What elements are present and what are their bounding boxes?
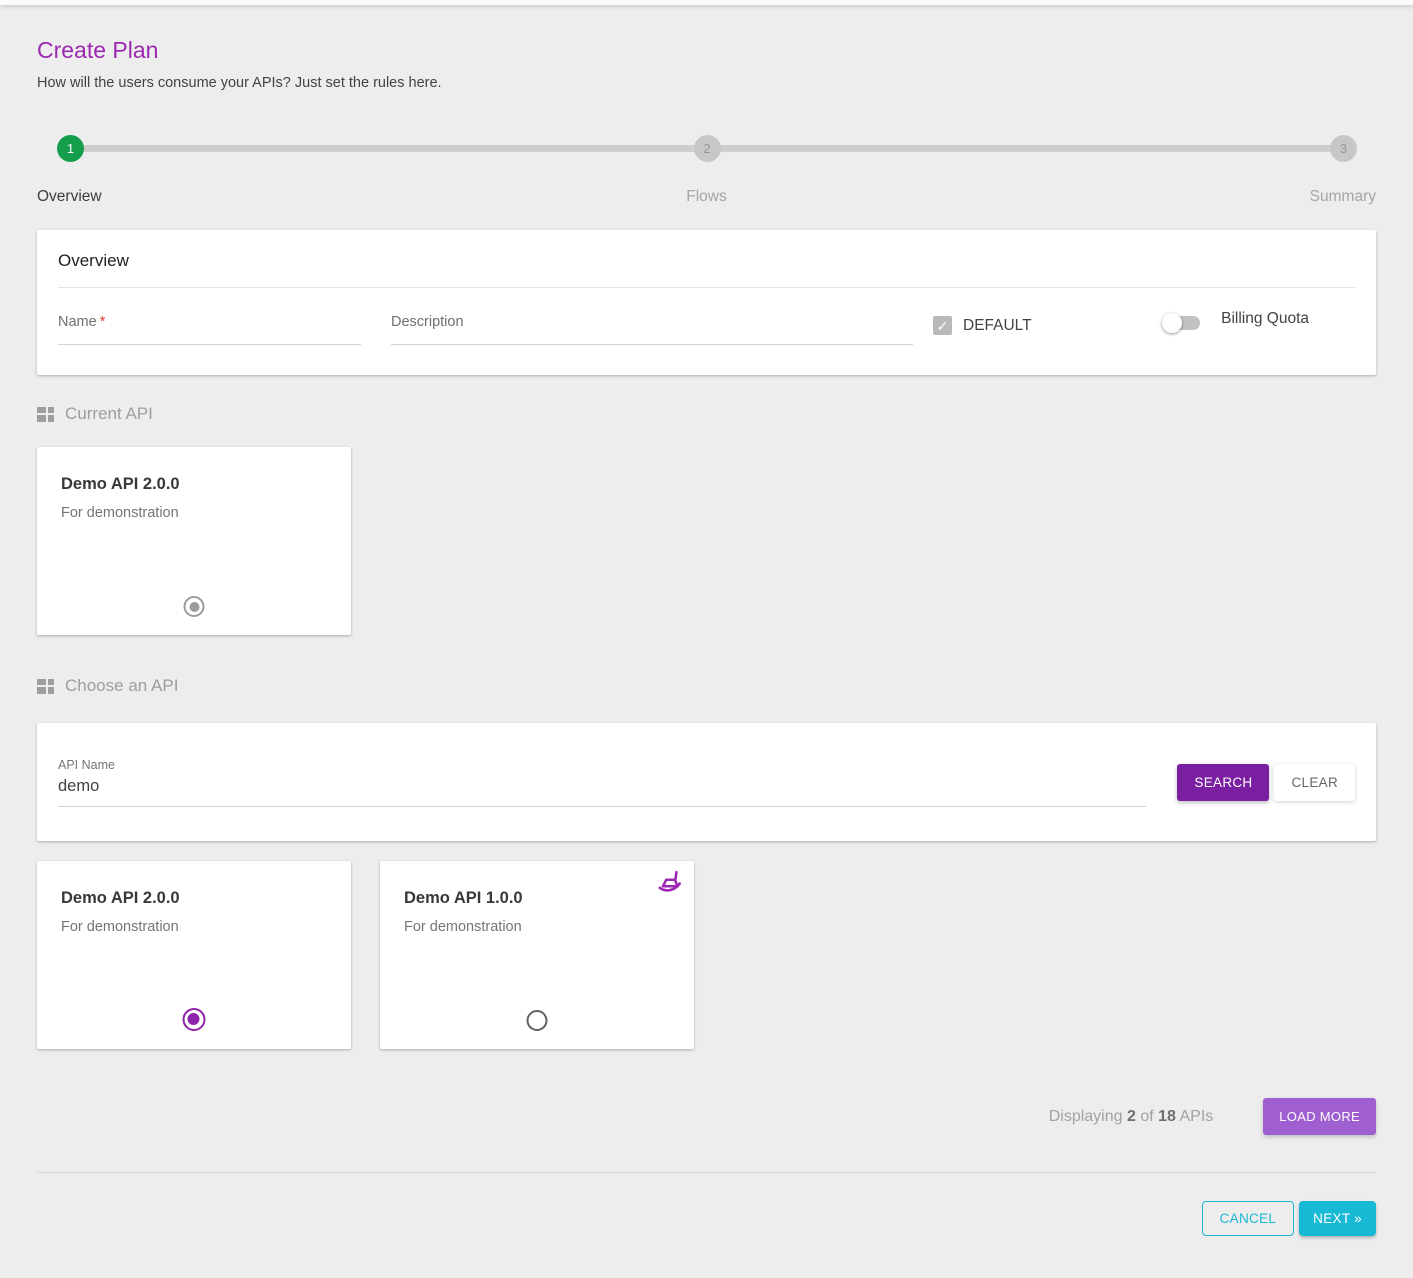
- step-label-summary: Summary: [1310, 188, 1376, 206]
- page-title: Create Plan: [37, 37, 1376, 64]
- toggle-knob-icon: [1162, 313, 1182, 333]
- choose-api-header: Choose an API: [37, 676, 1376, 696]
- clear-button[interactable]: CLEAR: [1274, 764, 1355, 801]
- api-card-title: Demo API 2.0.0: [61, 475, 327, 494]
- step-labels: Overview Flows Summary: [37, 188, 1376, 208]
- billing-quota-toggle[interactable]: [1165, 316, 1200, 330]
- description-field-label: Description: [391, 314, 464, 330]
- pagination-row: Displaying 2 of 18 APIs LOAD MORE: [37, 1098, 1376, 1135]
- billing-quota-toggle-group: Billing Quota: [1165, 314, 1309, 332]
- step-2-flows[interactable]: 2: [694, 135, 721, 162]
- overview-card: Overview Name* Description ✓ DEFAULT Bil…: [37, 230, 1376, 375]
- current-api-radio[interactable]: [184, 596, 205, 617]
- api-card-description: For demonstration: [404, 919, 670, 935]
- footer-divider: [37, 1172, 1376, 1173]
- step-label-flows: Flows: [686, 188, 726, 206]
- api-card-title: Demo API 2.0.0: [61, 889, 327, 908]
- api-card-description: For demonstration: [61, 919, 327, 935]
- default-checkbox[interactable]: ✓: [933, 316, 952, 335]
- current-api-heading: Current API: [65, 404, 153, 424]
- count-total: 18: [1158, 1108, 1176, 1125]
- page-subtitle: How will the users consume your APIs? Ju…: [37, 75, 1376, 91]
- api-name-field: API Name: [58, 758, 1146, 807]
- check-icon: ✓: [937, 319, 949, 333]
- api-card-demo-2[interactable]: Demo API 2.0.0 For demonstration: [37, 861, 351, 1049]
- create-plan-page: Create Plan How will the users consume y…: [0, 37, 1413, 1236]
- footer-actions: CANCEL NEXT »: [37, 1201, 1376, 1236]
- api-name-input[interactable]: [58, 777, 1146, 807]
- api-radio-selected[interactable]: [183, 1008, 206, 1031]
- grid-icon: [37, 407, 54, 422]
- overview-heading: Overview: [58, 251, 1355, 288]
- rocking-chair-icon: [656, 869, 684, 897]
- load-more-button[interactable]: LOAD MORE: [1263, 1098, 1376, 1135]
- overview-form-row: Name* Description ✓ DEFAULT Billing Quot…: [58, 313, 1355, 345]
- api-search-card: API Name SEARCH CLEAR: [37, 723, 1376, 841]
- grid-icon: [37, 679, 54, 694]
- description-field[interactable]: Description: [391, 313, 913, 345]
- step-1-overview[interactable]: 1: [57, 135, 84, 162]
- choose-api-heading: Choose an API: [65, 676, 178, 696]
- api-card-description: For demonstration: [61, 505, 327, 521]
- api-radio-unselected[interactable]: [527, 1010, 548, 1031]
- next-button[interactable]: NEXT »: [1299, 1201, 1376, 1236]
- cancel-button[interactable]: CANCEL: [1202, 1201, 1295, 1236]
- api-name-label: API Name: [58, 758, 1146, 772]
- pagination-text: Displaying 2 of 18 APIs: [1049, 1108, 1214, 1126]
- api-card-title: Demo API 1.0.0: [404, 889, 670, 908]
- search-button[interactable]: SEARCH: [1177, 764, 1269, 801]
- name-field[interactable]: Name*: [58, 313, 361, 345]
- api-results-row: Demo API 2.0.0 For demonstration Demo AP…: [37, 861, 1376, 1049]
- default-checkbox-group: ✓ DEFAULT: [933, 316, 1032, 335]
- api-card-demo-1[interactable]: Demo API 1.0.0 For demonstration: [380, 861, 694, 1049]
- count-shown: 2: [1127, 1108, 1136, 1125]
- wizard-stepper: 1 2 3 Overview Flows Summary: [37, 135, 1376, 192]
- current-api-card[interactable]: Demo API 2.0.0 For demonstration: [37, 447, 351, 635]
- step-3-summary[interactable]: 3: [1330, 135, 1357, 162]
- name-field-label: Name: [58, 314, 97, 330]
- step-label-overview: Overview: [37, 188, 102, 206]
- default-checkbox-label: DEFAULT: [963, 317, 1032, 335]
- billing-quota-label: Billing Quota: [1221, 310, 1309, 328]
- current-api-header: Current API: [37, 404, 1376, 424]
- required-asterisk: *: [100, 314, 106, 330]
- top-toolbar-shadow: [0, 0, 1413, 5]
